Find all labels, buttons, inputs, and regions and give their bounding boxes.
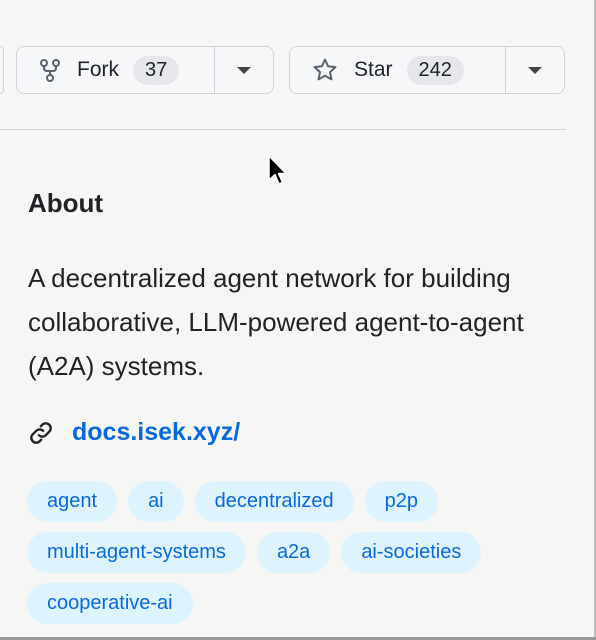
topic-tag[interactable]: a2a — [256, 532, 331, 573]
chevron-down-icon — [237, 66, 252, 74]
star-icon — [312, 57, 338, 83]
fork-dropdown-button[interactable] — [214, 47, 273, 93]
website-link-row: docs.isek.xyz/ — [28, 418, 240, 447]
star-button-group: Star 242 — [289, 46, 565, 94]
fork-count: 37 — [133, 55, 180, 85]
star-dropdown-button[interactable] — [505, 47, 564, 93]
fork-label: Fork — [77, 58, 119, 81]
fork-button-group: Fork 37 — [16, 46, 274, 94]
topic-tag[interactable]: decentralized — [194, 481, 354, 522]
topic-tag[interactable]: ai-societies — [341, 532, 482, 573]
about-heading: About — [28, 188, 104, 218]
mouse-cursor-icon — [268, 155, 288, 192]
chevron-down-icon — [528, 66, 543, 74]
topic-tag[interactable]: cooperative-ai — [27, 583, 193, 624]
website-link[interactable]: docs.isek.xyz/ — [72, 418, 240, 447]
about-description: A decentralized agent network for buildi… — [28, 263, 524, 381]
topic-tag[interactable]: ai — [128, 481, 184, 522]
section-divider — [0, 129, 566, 130]
star-count: 242 — [406, 55, 464, 85]
topic-tag[interactable]: p2p — [364, 481, 438, 522]
star-label: Star — [354, 58, 393, 81]
star-button[interactable]: Star 242 — [290, 47, 505, 93]
fork-icon — [39, 58, 61, 82]
link-icon — [28, 420, 54, 446]
topics-list: agent ai decentralized p2p multi-agent-s… — [27, 481, 567, 624]
partial-button[interactable] — [0, 46, 4, 94]
fork-button[interactable]: Fork 37 — [17, 47, 214, 93]
topic-tag[interactable]: agent — [27, 481, 118, 522]
topic-tag[interactable]: multi-agent-systems — [27, 532, 246, 573]
